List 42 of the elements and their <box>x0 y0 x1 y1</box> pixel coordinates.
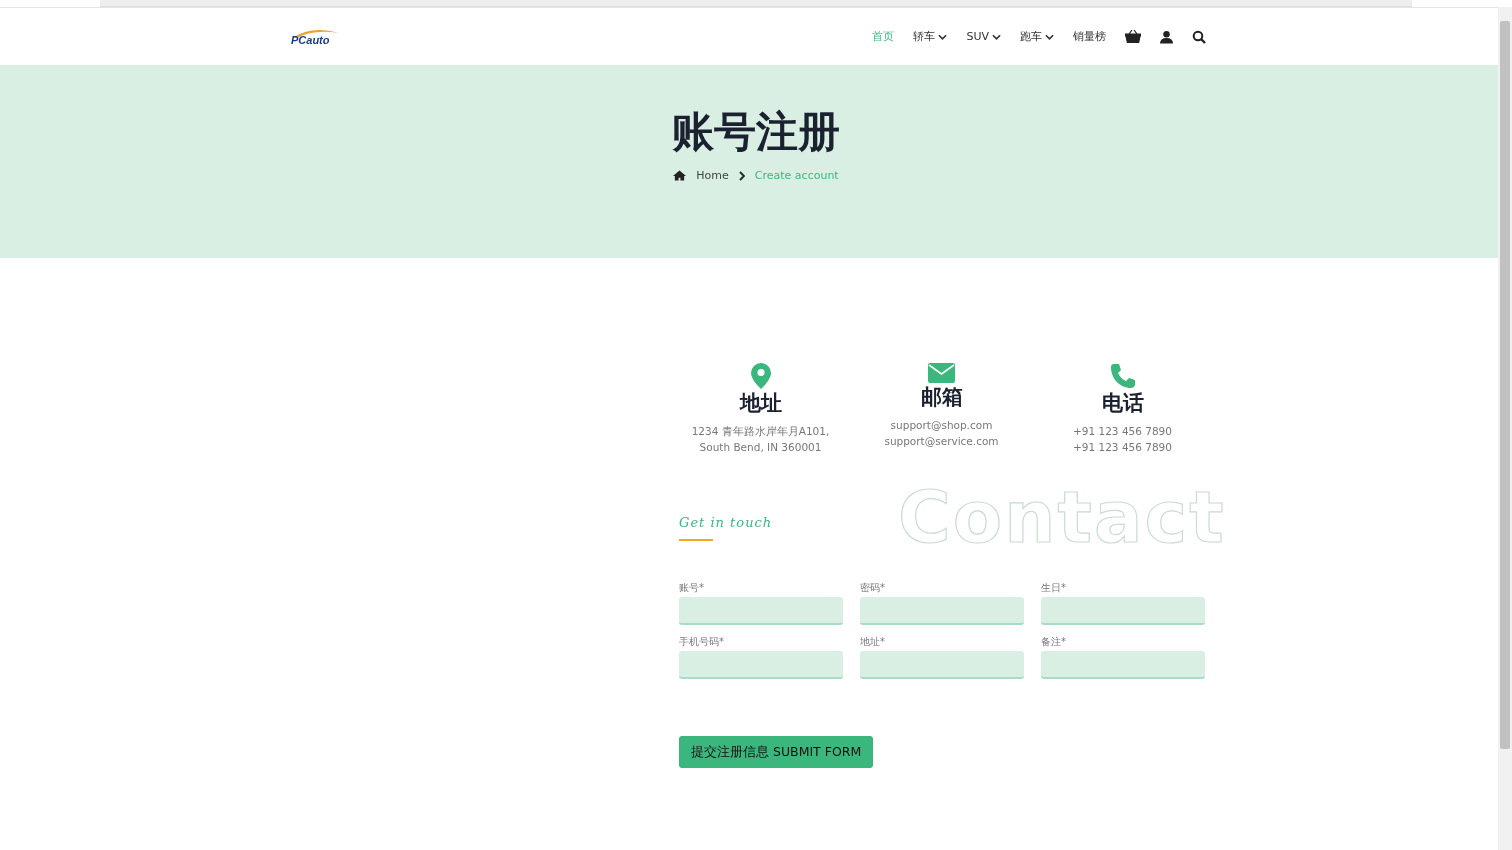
input-field[interactable] <box>679 597 843 625</box>
envelope-icon <box>928 363 955 383</box>
info-heading: 地址 <box>739 390 782 417</box>
nav-link[interactable]: SUV <box>966 30 1001 43</box>
info-text: +91 123 456 7890 <box>1073 440 1172 455</box>
field-label: 账号* <box>679 581 705 595</box>
info-text: +91 123 456 7890 <box>1073 424 1172 439</box>
caret-icon <box>938 33 948 40</box>
chevron-icon <box>738 170 745 181</box>
field-label: 生日* <box>1041 581 1067 595</box>
info-text: 1234 青年路水岸年月A101, <box>691 424 830 439</box>
input-field[interactable] <box>1041 597 1205 625</box>
user-icon[interactable] <box>1160 29 1173 44</box>
caret-icon <box>1045 33 1054 40</box>
submit-button[interactable]: 提交注册信息 SUBMIT FORM <box>679 736 874 768</box>
field-label: 手机号码* <box>679 635 725 649</box>
tagline: Get in touch <box>679 515 773 530</box>
info-text: support@service.com <box>884 434 999 449</box>
input-field[interactable] <box>860 597 1024 625</box>
nav-link[interactable]: 销量榜 <box>1073 29 1106 44</box>
info-heading: 邮箱 <box>920 384 963 411</box>
map-pin-icon <box>750 363 771 389</box>
input-field[interactable] <box>860 651 1024 679</box>
info-text: support@shop.com <box>890 418 993 433</box>
nav-link[interactable]: 轿车 <box>913 29 948 44</box>
logo[interactable]: PCauto <box>291 27 341 46</box>
field-label: 地址* <box>860 635 886 649</box>
caret-icon <box>992 33 1001 40</box>
breadcrumb-link[interactable]: Home <box>696 169 729 183</box>
home-icon <box>673 170 687 182</box>
search-icon[interactable] <box>1192 29 1206 44</box>
input-field[interactable] <box>679 651 843 679</box>
info-heading: 电话 <box>1101 390 1144 417</box>
basket-icon[interactable] <box>1125 30 1141 43</box>
scrollbar-thumb[interactable] <box>1500 21 1510 749</box>
field-label: 备注* <box>1041 635 1067 649</box>
page-title: 账号注册 <box>672 107 840 158</box>
input-field[interactable] <box>1041 651 1205 679</box>
phone-icon <box>1109 363 1136 389</box>
field-label: 密码* <box>860 581 886 595</box>
info-text: South Bend, IN 360001 <box>699 440 822 455</box>
nav-link[interactable]: 跑车 <box>1020 29 1054 44</box>
